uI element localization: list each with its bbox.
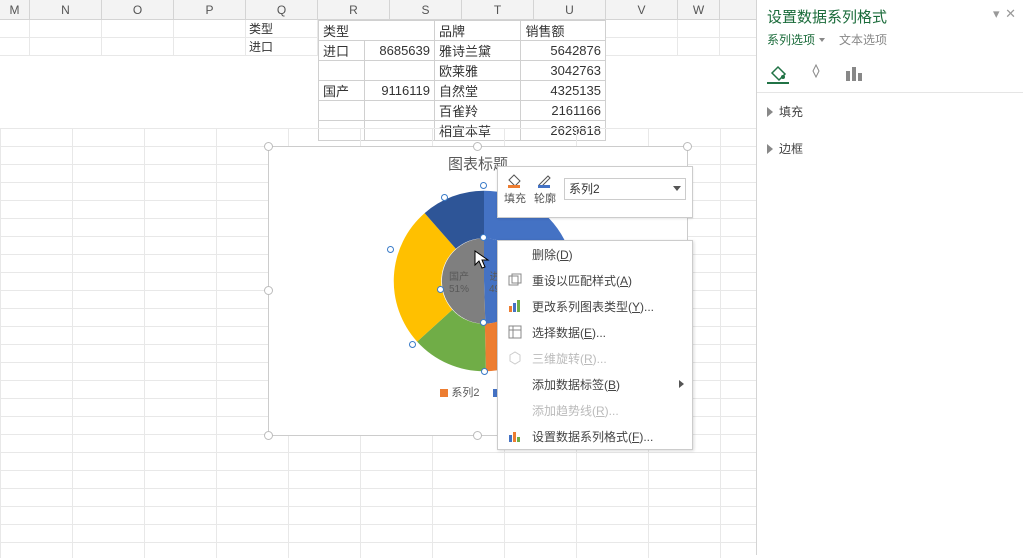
outline-button[interactable]: 轮廓 xyxy=(534,171,556,206)
rotate-3d-icon xyxy=(506,350,524,366)
blank-icon xyxy=(506,246,524,262)
tab-series-options[interactable]: 系列选项 xyxy=(767,31,825,48)
resize-handle[interactable] xyxy=(683,142,692,151)
pie-label-domestic: 国产51% xyxy=(449,272,469,295)
fill-bucket-icon xyxy=(506,171,524,189)
mini-format-toolbar: 填充 轮廓 系列2 xyxy=(497,166,693,218)
fill-line-icon[interactable] xyxy=(767,62,789,84)
collapse-triangle-icon xyxy=(767,107,773,117)
series-select-handle[interactable] xyxy=(480,182,487,189)
col-header[interactable]: R xyxy=(318,0,390,19)
context-menu: 删除(D) 重设以匹配样式(A) 更改系列图表类型(Y)... 选择数据(E).… xyxy=(497,240,693,450)
ctx-change-chart-type[interactable]: 更改系列图表类型(Y)... xyxy=(498,293,692,319)
ctx-delete[interactable]: 删除(D) xyxy=(498,241,692,267)
ctx-reset-style[interactable]: 重设以匹配样式(A) xyxy=(498,267,692,293)
series-dropdown[interactable]: 系列2 xyxy=(564,178,686,200)
ctx-3d-rotation: 三维旋转(R)... xyxy=(498,345,692,371)
series-select-handle[interactable] xyxy=(441,194,448,201)
blank-icon xyxy=(506,376,524,392)
col-header[interactable]: Q xyxy=(246,0,318,19)
fill-button[interactable]: 填充 xyxy=(504,171,526,206)
series-select-handle[interactable] xyxy=(480,319,487,326)
series-select-handle[interactable] xyxy=(437,286,444,293)
col-header[interactable]: O xyxy=(102,0,174,19)
outline-pen-icon xyxy=(536,171,554,189)
pane-close-button[interactable]: ▾ ✕ xyxy=(993,6,1017,22)
column-headers: M N O P Q R S T U V W xyxy=(0,0,756,20)
series-select-handle[interactable] xyxy=(387,246,394,253)
resize-handle[interactable] xyxy=(264,142,273,151)
ctx-format-data-series[interactable]: 设置数据系列格式(F)... xyxy=(498,423,692,449)
section-fill[interactable]: 填充 xyxy=(757,93,1023,130)
select-data-icon xyxy=(506,324,524,340)
col-header[interactable]: W xyxy=(678,0,720,19)
section-border[interactable]: 边框 xyxy=(757,130,1023,167)
col-header[interactable]: V xyxy=(606,0,678,19)
resize-handle[interactable] xyxy=(264,431,273,440)
reset-icon xyxy=(506,272,524,288)
series-select-handle[interactable] xyxy=(409,341,416,348)
col-header[interactable]: S xyxy=(390,0,462,19)
effects-icon[interactable] xyxy=(805,62,827,84)
format-pane: ▾ ✕ 设置数据系列格式 系列选项 文本选项 填充 边框 xyxy=(756,0,1023,555)
ctx-select-data[interactable]: 选择数据(E)... xyxy=(498,319,692,345)
ctx-add-trendline: 添加趋势线(R)... xyxy=(498,397,692,423)
col-header[interactable]: M xyxy=(0,0,30,19)
resize-handle[interactable] xyxy=(473,142,482,151)
tab-text-options[interactable]: 文本选项 xyxy=(839,31,887,48)
chevron-down-icon xyxy=(819,38,825,42)
pane-title: 设置数据系列格式 xyxy=(767,6,1013,27)
format-series-icon xyxy=(506,428,524,444)
col-header[interactable]: U xyxy=(534,0,606,19)
series-options-icon[interactable] xyxy=(843,62,865,84)
series-select-handle[interactable] xyxy=(481,368,488,375)
blank-icon xyxy=(506,402,524,418)
col-header[interactable]: P xyxy=(174,0,246,19)
chart-type-icon xyxy=(506,298,524,314)
collapse-triangle-icon xyxy=(767,144,773,154)
col-header[interactable]: N xyxy=(30,0,102,19)
col-header[interactable]: T xyxy=(462,0,534,19)
chevron-down-icon xyxy=(673,186,681,191)
chevron-right-icon xyxy=(679,380,684,388)
series-select-handle[interactable] xyxy=(480,234,487,241)
resize-handle[interactable] xyxy=(473,431,482,440)
ctx-add-data-labels[interactable]: 添加数据标签(B) xyxy=(498,371,692,397)
legend-swatch xyxy=(440,389,448,397)
resize-handle[interactable] xyxy=(264,286,273,295)
